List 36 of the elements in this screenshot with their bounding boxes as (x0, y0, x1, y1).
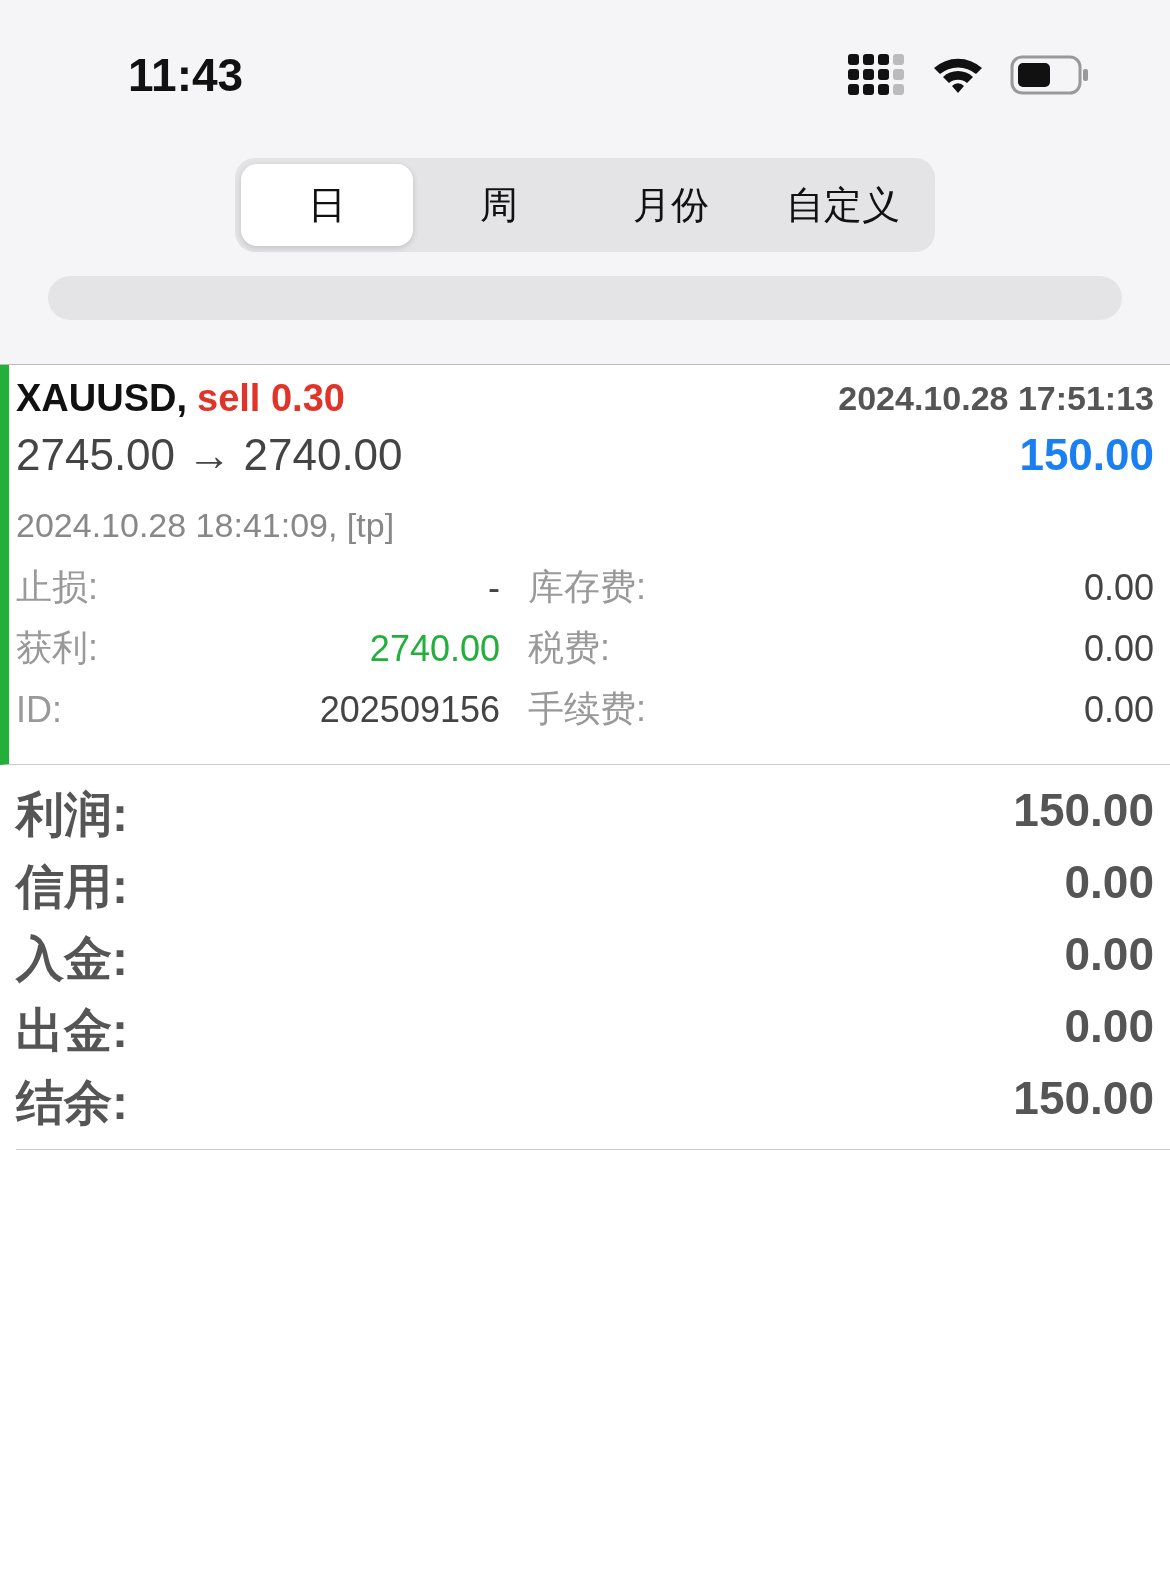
close-info: 2024.10.28 18:41:09, [tp] (16, 506, 396, 545)
detail-value: 2740.00 (368, 627, 501, 670)
detail-value: - (487, 566, 501, 609)
trade-symbol: XAUUSD, (16, 377, 188, 419)
detail-value: 0.00 (1082, 688, 1154, 731)
trade-profit: 150.00 (1019, 430, 1154, 480)
detail-value: 0.00 (1082, 627, 1154, 670)
summary-label: 入金: (16, 931, 129, 987)
trade-side: sell 0.30 (197, 377, 345, 419)
signal-icon (848, 54, 906, 96)
detail-label: 止损: (16, 565, 99, 609)
open-time: 2024.10.28 17:51:13 (838, 379, 1154, 418)
summary-value: 150.00 (1013, 783, 1154, 838)
summary-label: 结余: (16, 1075, 129, 1131)
detail-label: 库存费: (528, 565, 647, 609)
period-tab[interactable]: 周 (413, 164, 585, 246)
detail-label: ID: (16, 688, 63, 731)
battery-icon (1010, 55, 1090, 95)
period-tab[interactable]: 日 (241, 164, 413, 246)
status-time: 11:43 (128, 48, 244, 102)
trade-prices: 2745.00 → 2740.00 (16, 430, 403, 480)
summary-value: 0.00 (1063, 999, 1154, 1054)
wifi-icon (932, 56, 984, 94)
summary-label: 出金: (16, 1003, 129, 1059)
summary-label: 利润: (16, 787, 129, 843)
summary-label: 信用: (16, 859, 129, 915)
detail-label: 获利: (16, 626, 99, 670)
detail-label: 手续费: (528, 687, 647, 731)
summary-value: 0.00 (1063, 855, 1154, 910)
period-tab[interactable]: 月份 (585, 164, 757, 246)
detail-label: 税费: (528, 626, 611, 670)
period-tab[interactable]: 自定义 (757, 164, 929, 246)
summary-value: 0.00 (1063, 927, 1154, 982)
summary-value: 150.00 (1013, 1071, 1154, 1126)
detail-value: 0.00 (1082, 566, 1154, 609)
detail-value: 202509156 (318, 688, 501, 731)
